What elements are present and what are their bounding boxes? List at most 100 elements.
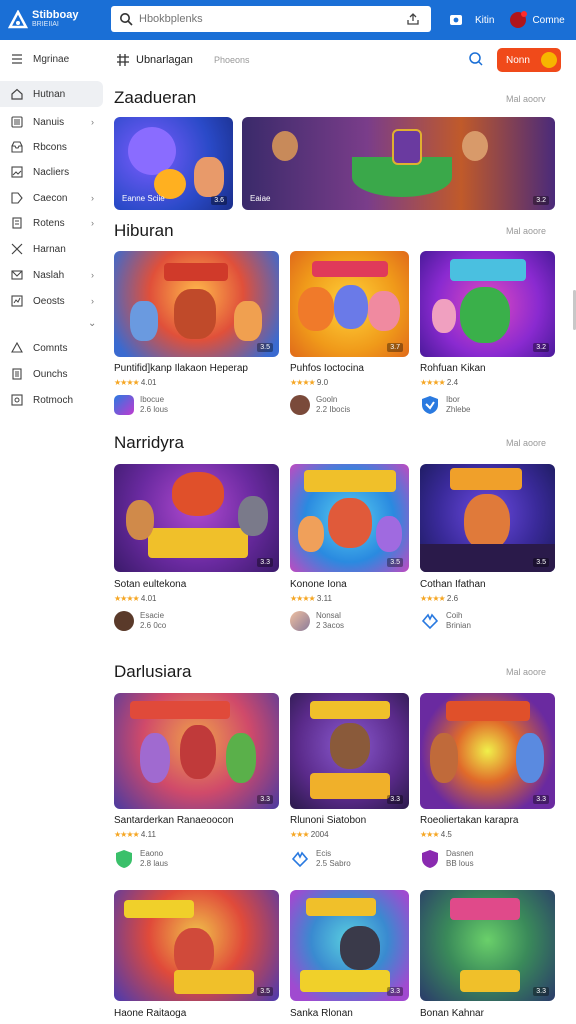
star-rating-icon: ★★★★ xyxy=(420,378,446,387)
shield-icon xyxy=(422,396,438,414)
sidebar-item-10[interactable]: Comnts xyxy=(0,335,103,361)
game-meta: Nonsal 2 3acos xyxy=(290,611,344,631)
game-rating: ★★★★ 4.01 xyxy=(114,378,157,387)
game-card-image[interactable]: 3.5 xyxy=(114,890,279,1001)
shield-icon xyxy=(116,850,132,868)
sidebar-item-12[interactable]: Rotmoch xyxy=(0,387,103,413)
search-icon[interactable] xyxy=(468,51,484,67)
game-card-image[interactable]: 3.5 xyxy=(114,251,279,357)
game-rating: ★★★ 4.5 xyxy=(420,830,452,839)
sidebar-item-menu[interactable]: Mgrinae xyxy=(0,46,103,72)
chevron-right-icon: › xyxy=(91,296,94,306)
star-rating-icon: ★★★★ xyxy=(114,830,140,839)
sidebar-item-label: Ounchs xyxy=(33,368,68,380)
grid-icon[interactable] xyxy=(116,53,130,67)
doc-icon xyxy=(12,217,22,229)
game-rating: ★★★★ 2.4 xyxy=(420,378,459,387)
expand-more-icon[interactable]: ⌄ xyxy=(88,318,96,329)
menu-icon xyxy=(12,54,22,64)
app-icon xyxy=(290,395,310,415)
image-icon xyxy=(11,166,23,178)
game-title[interactable]: Roeoliertakan karapra xyxy=(420,815,555,826)
star-rating-icon: ★★★★ xyxy=(114,594,140,603)
game-title[interactable]: Rohfuan Kikan xyxy=(420,363,555,374)
meta-line: Zhlebe xyxy=(446,405,471,414)
meta-line: Dasnen xyxy=(446,849,474,858)
meta-line: Esacie xyxy=(140,611,165,620)
sidebar-item-label: Harnan xyxy=(33,243,66,255)
game-card-image[interactable]: 3.2 xyxy=(420,251,555,357)
game-card-image[interactable]: 3.3 xyxy=(290,890,409,1001)
subheader: Ubnarlagan Phoeons Nonn xyxy=(104,42,576,78)
game-title[interactable]: Sanka Rlonan xyxy=(290,1008,409,1019)
game-card-image[interactable]: 3.3 xyxy=(290,693,409,809)
see-more-link[interactable]: Mal aoore xyxy=(506,667,546,677)
game-title[interactable]: Haone Raitaoga xyxy=(114,1008,284,1019)
settings-icon xyxy=(11,394,23,406)
game-rating: ★★★★ 4.01 xyxy=(114,594,157,603)
see-more-link[interactable]: Mal aoorv xyxy=(506,94,546,104)
page-subtitle[interactable]: Phoeons xyxy=(214,55,250,65)
rating-badge: 3.3 xyxy=(387,987,403,996)
search-icon xyxy=(120,13,133,26)
page-title: Ubnarlagan xyxy=(136,54,193,66)
sidebar-item-6[interactable]: Rotens › xyxy=(0,210,103,236)
see-more-link[interactable]: Mal aoore xyxy=(506,438,546,448)
sidebar-item-home[interactable]: Hutnan xyxy=(0,81,103,107)
game-title[interactable]: Cothan Ifathan xyxy=(420,579,555,590)
rating-badge: 3.3 xyxy=(257,558,273,567)
meta-line: Brinian xyxy=(446,621,471,630)
sidebar-item-label: Naslah xyxy=(33,269,65,281)
game-card-image[interactable]: 3.7 xyxy=(290,251,409,357)
rating-badge: 3.3 xyxy=(257,795,273,804)
nav-link-1[interactable]: Kitin xyxy=(475,15,494,26)
nav-link-2[interactable]: Comne xyxy=(532,15,564,26)
app-logo[interactable]: Stibboay BRIEIIAI xyxy=(8,10,108,30)
sidebar-item-4[interactable]: Nacliers xyxy=(0,159,103,185)
sidebar-item-5[interactable]: Caecon › xyxy=(0,185,103,211)
file-icon xyxy=(12,368,22,380)
game-card-image[interactable]: 3.3 xyxy=(114,693,279,809)
sidebar-item-3[interactable]: Rbcons xyxy=(0,134,103,160)
featured-card[interactable]: Eanne Sciie 3.6 xyxy=(114,117,233,210)
search-input[interactable] xyxy=(139,13,405,25)
game-card-image[interactable]: 3.3 xyxy=(114,464,279,572)
sidebar-item-7[interactable]: Harnan xyxy=(0,236,103,262)
game-title[interactable]: Santarderkan Ranaeoocon xyxy=(114,815,284,826)
sidebar-item-9[interactable]: Oeosts › xyxy=(0,288,103,314)
game-meta: Dasnen BB lous xyxy=(420,849,474,869)
star-rating-icon: ★★★★ xyxy=(114,378,140,387)
game-title[interactable]: Puhfos Ioctocina xyxy=(290,363,409,374)
game-card-image[interactable]: 3.3 xyxy=(420,693,555,809)
logo-icon xyxy=(8,10,28,30)
star-rating-icon: ★★★★ xyxy=(290,378,316,387)
top-app-bar: Stibboay BRIEIIAI Kitin Comne xyxy=(0,0,576,40)
sidebar-item-8[interactable]: Naslah › xyxy=(0,262,103,288)
hands-icon xyxy=(421,613,439,630)
see-more-link[interactable]: Mal aoore xyxy=(506,226,546,236)
game-title[interactable]: Konone Iona xyxy=(290,579,409,590)
avatar[interactable] xyxy=(510,11,528,28)
featured-card[interactable]: Eaiae 3.2 xyxy=(242,117,555,210)
game-title[interactable]: Rlunoni Siatobon xyxy=(290,815,409,826)
primary-action-button[interactable]: Nonn xyxy=(497,48,561,72)
sidebar-item-2[interactable]: Nanuis › xyxy=(0,109,103,135)
game-meta: Gooln 2.2 Ibocis xyxy=(290,395,350,415)
camera-icon[interactable] xyxy=(449,13,463,27)
game-title[interactable]: Puntifid]kanp Ilakaon Heperap xyxy=(114,363,284,374)
sidebar-item-label: Rbcons xyxy=(33,141,67,153)
upload-icon[interactable] xyxy=(405,11,421,27)
home-icon xyxy=(11,88,23,100)
rating-badge: 3.7 xyxy=(387,343,403,352)
rating-badge: 3.5 xyxy=(533,558,549,567)
meta-line: 2 3acos xyxy=(316,621,345,630)
game-title[interactable]: Bonan Kahnar xyxy=(420,1008,555,1019)
sidebar-item-11[interactable]: Ounchs xyxy=(0,361,103,387)
game-card-image[interactable]: 3.5 xyxy=(290,464,409,572)
game-card-image[interactable]: 3.5 xyxy=(420,464,555,572)
game-card-image[interactable]: 3.3 xyxy=(420,890,555,1001)
rating-badge: 3.5 xyxy=(257,987,273,996)
game-title[interactable]: Sotan eultekona xyxy=(114,579,284,590)
search-bar[interactable] xyxy=(111,6,431,32)
hands-icon xyxy=(291,851,309,868)
